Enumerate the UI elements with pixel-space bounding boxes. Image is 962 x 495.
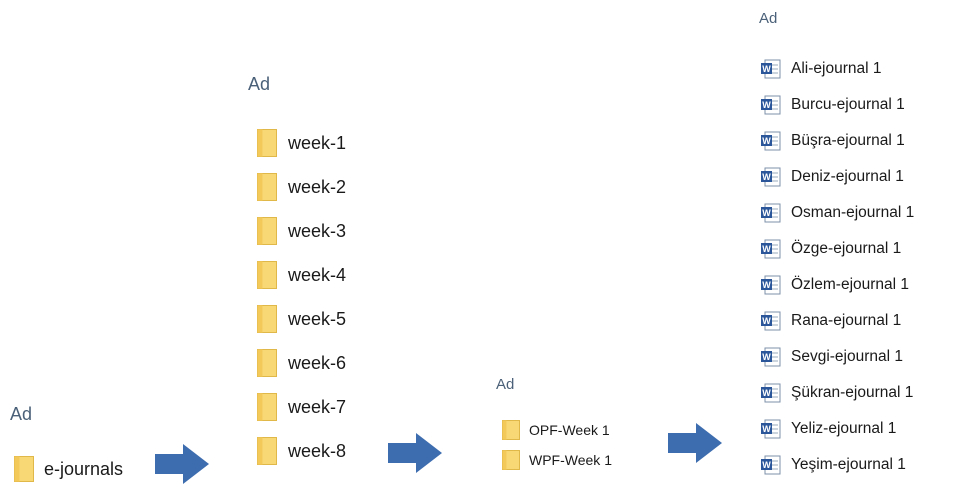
word-document-icon: W (760, 275, 782, 295)
folder-icon (502, 420, 520, 440)
file-item-ali-ejournal[interactable]: W Ali-ejournal 1 (760, 59, 881, 79)
folder-icon (257, 437, 277, 465)
folder-icon (257, 349, 277, 377)
folder-icon (257, 217, 277, 245)
folder-item-week-2[interactable]: week-2 (257, 173, 346, 201)
folder-label: week-5 (288, 308, 347, 329)
folder-item-week-7[interactable]: week-7 (257, 393, 346, 421)
svg-text:W: W (762, 244, 771, 254)
column-header-name[interactable]: Ad (10, 404, 32, 425)
svg-text:W: W (762, 136, 771, 146)
folder-item-e-journals[interactable]: e-journals (14, 456, 123, 482)
file-label: Büşra-ejournal 1 (791, 132, 905, 149)
word-document-icon: W (760, 59, 782, 79)
file-item-busra-ejournal[interactable]: W Büşra-ejournal 1 (760, 131, 905, 151)
svg-text:W: W (762, 316, 771, 326)
folder-icon (257, 393, 277, 421)
folder-label: week-7 (288, 396, 347, 417)
folder-item-week-5[interactable]: week-5 (257, 305, 346, 333)
file-label: Şükran-ejournal 1 (791, 384, 914, 401)
file-label: Deniz-ejournal 1 (791, 168, 904, 185)
folder-item-week-4[interactable]: week-4 (257, 261, 346, 289)
svg-text:W: W (762, 424, 771, 434)
column-header-name[interactable]: Ad (496, 376, 514, 393)
svg-text:W: W (762, 352, 771, 362)
arrow-right-icon (388, 433, 442, 473)
svg-text:W: W (762, 388, 771, 398)
column-header-name[interactable]: Ad (248, 74, 270, 95)
folder-item-week-3[interactable]: week-3 (257, 217, 346, 245)
word-document-icon: W (760, 347, 782, 367)
folder-icon (257, 305, 277, 333)
file-item-rana-ejournal[interactable]: W Rana-ejournal 1 (760, 311, 901, 331)
folder-icon (502, 450, 520, 470)
file-label: Yeşim-ejournal 1 (791, 456, 906, 473)
arrow-right-icon (155, 444, 209, 484)
folder-label: OPF-Week 1 (529, 422, 610, 438)
file-item-ozge-ejournal[interactable]: W Özge-ejournal 1 (760, 239, 901, 259)
word-document-icon: W (760, 131, 782, 151)
word-document-icon: W (760, 311, 782, 331)
folder-item-week-1[interactable]: week-1 (257, 129, 346, 157)
file-item-osman-ejournal[interactable]: W Osman-ejournal 1 (760, 203, 914, 223)
file-label: Özlem-ejournal 1 (791, 276, 910, 293)
folder-label: week-2 (288, 176, 347, 197)
file-item-deniz-ejournal[interactable]: W Deniz-ejournal 1 (760, 167, 904, 187)
word-document-icon: W (760, 95, 782, 115)
file-item-sevgi-ejournal[interactable]: W Sevgi-ejournal 1 (760, 347, 903, 367)
folder-label: week-4 (288, 264, 347, 285)
folder-icon (257, 129, 277, 157)
word-document-icon: W (760, 239, 782, 259)
svg-text:W: W (762, 64, 771, 74)
file-item-yeliz-ejournal[interactable]: W Yeliz-ejournal 1 (760, 419, 896, 439)
svg-text:W: W (762, 460, 771, 470)
file-item-burcu-ejournal[interactable]: W Burcu-ejournal 1 (760, 95, 905, 115)
folder-item-week-6[interactable]: week-6 (257, 349, 346, 377)
arrow-right-icon (668, 423, 722, 463)
folder-label: week-6 (288, 352, 347, 373)
file-item-yesim-ejournal[interactable]: W Yeşim-ejournal 1 (760, 455, 906, 475)
word-document-icon: W (760, 419, 782, 439)
column-header-name[interactable]: Ad (759, 10, 777, 27)
svg-text:W: W (762, 280, 771, 290)
svg-text:W: W (762, 100, 771, 110)
file-label: Osman-ejournal 1 (791, 204, 915, 221)
svg-text:W: W (762, 172, 771, 182)
folder-label: week-1 (288, 132, 347, 153)
word-document-icon: W (760, 203, 782, 223)
file-label: Yeliz-ejournal 1 (791, 420, 897, 437)
folder-icon (257, 173, 277, 201)
word-document-icon: W (760, 455, 782, 475)
folder-label: week-3 (288, 220, 347, 241)
folder-label: e-journals (44, 458, 124, 479)
folder-label: week-8 (288, 440, 347, 461)
file-label: Özge-ejournal 1 (791, 240, 902, 257)
file-label: Sevgi-ejournal 1 (791, 348, 904, 365)
word-document-icon: W (760, 383, 782, 403)
file-item-sukran-ejournal[interactable]: W Şükran-ejournal 1 (760, 383, 913, 403)
folder-item-week-8[interactable]: week-8 (257, 437, 346, 465)
folder-label: WPF-Week 1 (529, 452, 612, 468)
folder-item-opf-week-1[interactable]: OPF-Week 1 (502, 420, 610, 440)
folder-icon (257, 261, 277, 289)
file-label: Burcu-ejournal 1 (791, 96, 905, 113)
folder-item-wpf-week-1[interactable]: WPF-Week 1 (502, 450, 612, 470)
file-label: Ali-ejournal 1 (791, 60, 882, 77)
file-item-ozlem-ejournal[interactable]: W Özlem-ejournal 1 (760, 275, 909, 295)
svg-text:W: W (762, 208, 771, 218)
file-label: Rana-ejournal 1 (791, 312, 902, 329)
word-document-icon: W (760, 167, 782, 187)
folder-icon (14, 456, 34, 482)
